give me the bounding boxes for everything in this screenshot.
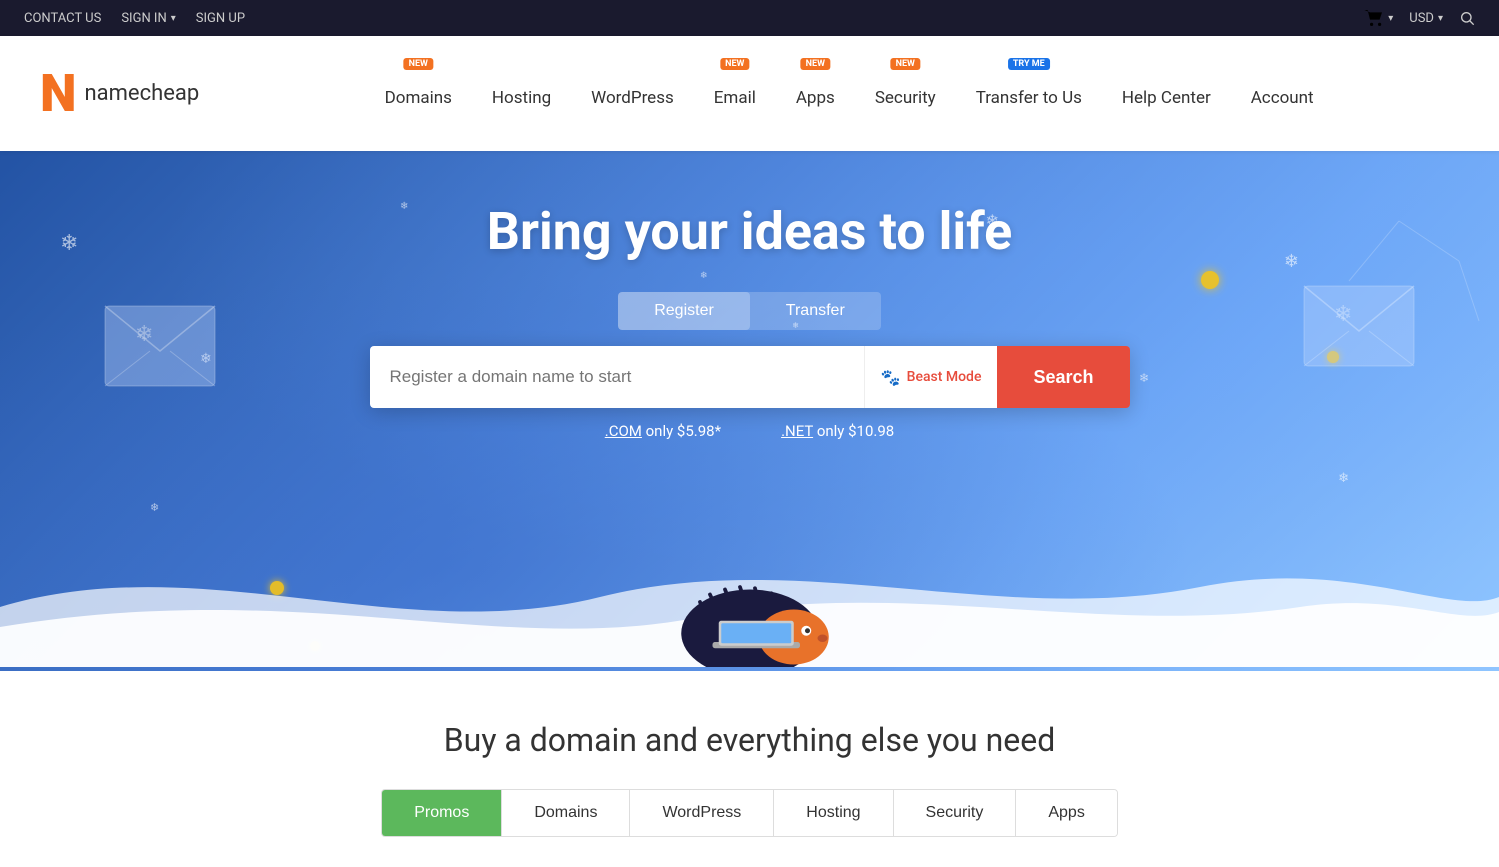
nav-transfer[interactable]: TRY ME Transfer to Us [956, 36, 1102, 151]
hero-section: ❄ ❄ ❄ ❄ ❄ ❄ ❄ ❄ ❄ ❄ ❄ ❄ Bring [0, 151, 1499, 671]
nav-security[interactable]: NEW Security [855, 36, 956, 151]
top-bar: CONTACT US SIGN IN ▾ SIGN UP ▾ USD ▾ [0, 0, 1499, 36]
nav-badge-domains: NEW [404, 58, 433, 70]
snowflake-1: ❄ [60, 231, 78, 256]
envelope-left: ❄ [100, 301, 220, 395]
tab-hosting[interactable]: Hosting [774, 790, 893, 836]
nav-email[interactable]: NEW Email [694, 36, 776, 151]
tab-wordpress[interactable]: WordPress [630, 790, 774, 836]
search-button-top[interactable] [1459, 10, 1475, 26]
search-icon [1459, 10, 1475, 26]
nav-badge-transfer: TRY ME [1008, 58, 1050, 70]
snowflake-9: ❄ [700, 271, 708, 281]
tab-register[interactable]: Register [618, 292, 750, 330]
domain-search-input[interactable] [370, 346, 864, 408]
nav-label-security: Security [875, 88, 936, 108]
logo-letter: N [40, 68, 77, 120]
nav-label-wordpress: WordPress [591, 88, 674, 108]
net-price-text: only $10.98 [817, 422, 894, 440]
star-3 [270, 581, 284, 595]
cart-button[interactable]: ▾ [1364, 10, 1393, 26]
svg-text:❄: ❄ [1334, 302, 1352, 327]
net-link[interactable]: .NET [781, 422, 813, 440]
beast-icon: 🐾 [881, 368, 901, 387]
bottom-tabs: Promos Domains WordPress Hosting Securit… [381, 789, 1118, 837]
nav-badge-security: NEW [891, 58, 920, 70]
bottom-title: Buy a domain and everything else you nee… [40, 721, 1459, 759]
nav-badge-apps: NEW [801, 58, 830, 70]
snowflake-7: ❄ [150, 501, 159, 514]
search-button[interactable]: Search [997, 346, 1129, 408]
nav-label-help: Help Center [1122, 88, 1211, 108]
cart-arrow: ▾ [1388, 13, 1393, 24]
currency-arrow: ▾ [1438, 13, 1443, 24]
tab-domains[interactable]: Domains [502, 790, 630, 836]
snowflake-4: ❄ [1139, 371, 1149, 385]
domain-pricing: .COM only $5.98* .NET only $10.98 [605, 422, 894, 440]
sign-in-arrow: ▾ [171, 13, 176, 24]
nav-hosting[interactable]: Hosting [472, 36, 571, 151]
tab-transfer[interactable]: Transfer [750, 292, 881, 330]
mascot [650, 537, 850, 671]
main-nav: N namecheap NEW Domains Hosting WordPres… [0, 36, 1499, 151]
com-link[interactable]: .COM [605, 422, 642, 440]
com-price: .COM only $5.98* [605, 422, 721, 440]
sign-in-link[interactable]: SIGN IN ▾ [121, 11, 175, 26]
tab-apps[interactable]: Apps [1016, 790, 1116, 836]
nav-apps[interactable]: NEW Apps [776, 36, 855, 151]
cart-icon [1364, 10, 1384, 26]
contact-us-link[interactable]: CONTACT US [24, 11, 101, 26]
beast-mode-button[interactable]: 🐾 Beast Mode [864, 346, 998, 408]
nav-help[interactable]: Help Center [1102, 36, 1231, 151]
nav-account[interactable]: Account [1231, 36, 1334, 151]
tab-security[interactable]: Security [894, 790, 1017, 836]
nav-label-apps: Apps [796, 88, 835, 108]
tab-promos[interactable]: Promos [382, 790, 502, 836]
search-bar: 🐾 Beast Mode Search [370, 346, 1130, 408]
nav-label-account: Account [1251, 88, 1314, 108]
nav-label-hosting: Hosting [492, 88, 551, 108]
snowflake-8: ❄ [1338, 471, 1349, 486]
snowflake-5: ❄ [400, 201, 408, 212]
com-price-text: only $5.98* [646, 422, 721, 440]
currency-selector[interactable]: USD ▾ [1409, 11, 1443, 26]
nav-label-transfer: Transfer to Us [976, 88, 1082, 108]
nav-label-domains: Domains [385, 88, 452, 108]
nav-items: NEW Domains Hosting WordPress NEW Email … [239, 36, 1459, 151]
nav-wordpress[interactable]: WordPress [571, 36, 694, 151]
net-price: .NET only $10.98 [781, 422, 894, 440]
svg-text:❄: ❄ [135, 322, 153, 347]
star-4 [310, 641, 320, 651]
nav-badge-email: NEW [720, 58, 749, 70]
nav-label-email: Email [714, 88, 756, 108]
logo[interactable]: N namecheap [40, 68, 199, 120]
sign-up-link[interactable]: SIGN UP [196, 11, 245, 26]
hero-title: Bring your ideas to life [487, 201, 1012, 262]
logo-text: namecheap [85, 81, 200, 106]
envelope-right: ❄ [1299, 281, 1419, 375]
nav-domains[interactable]: NEW Domains [365, 36, 472, 151]
search-tabs: Register Transfer [618, 292, 881, 330]
bottom-section: Buy a domain and everything else you nee… [0, 671, 1499, 867]
beast-mode-label: Beast Mode [907, 369, 982, 385]
